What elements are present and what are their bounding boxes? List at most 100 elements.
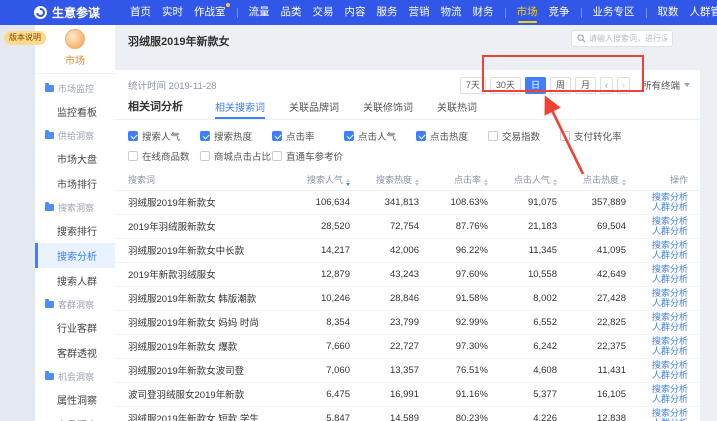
metric-checkbox-click-popularity[interactable]: 点击人气 (344, 129, 416, 143)
sort-carets-icon[interactable] (484, 179, 488, 186)
granularity-button-week[interactable]: 周 (550, 77, 571, 94)
subtab-related-search-words[interactable]: 相关搜索词 (215, 99, 265, 119)
sort-carets-icon[interactable] (622, 179, 626, 186)
sidebar-group-label: 市场监控 (58, 82, 94, 95)
sidebar-header: 市场 (35, 25, 115, 74)
action-link-search-analysis[interactable]: 搜索分析 (634, 312, 688, 323)
sidebar-group-market-monitor: 市场监控 (35, 77, 115, 99)
metric-checkbox-pay-conversion[interactable]: 支付转化率 (560, 129, 632, 143)
action-link-audience-analysis[interactable]: 人群分析 (634, 370, 688, 381)
column-header-click_popularity[interactable]: 点击人气 (492, 170, 561, 190)
nav-item-traffic[interactable]: 流量 (249, 0, 270, 25)
nav-item-compete[interactable]: 竞争 (549, 0, 570, 25)
nav-item-service[interactable]: 服务 (377, 0, 398, 25)
subtab-related-brand-words[interactable]: 关联品牌词 (289, 99, 339, 119)
nav-item-home[interactable]: 首页 (130, 0, 151, 25)
cell-click_heat: 16,105 (561, 382, 630, 406)
action-link-audience-analysis[interactable]: 人群分析 (634, 274, 688, 285)
nav-item-marketing[interactable]: 营销 (409, 0, 430, 25)
cell-search_popularity: 6,475 (285, 382, 354, 406)
nav-item-data-fetch[interactable]: 取数 (658, 0, 679, 25)
metric-checkbox-online-products[interactable]: 在线商品数 (128, 149, 200, 163)
range-button-7d[interactable]: 7天 (460, 77, 486, 94)
sort-carets-icon[interactable] (553, 179, 557, 186)
metric-checkbox-search-popularity[interactable]: 搜索人气 (128, 129, 200, 143)
sidebar-item-search-analysis[interactable]: 搜索分析 (35, 243, 115, 268)
sort-carets-icon[interactable] (346, 179, 350, 186)
column-header-search_heat[interactable]: 搜索热度 (354, 170, 423, 190)
nav-item-finance[interactable]: 财务 (473, 0, 494, 25)
table-row: 2019年羽绒服新款女28,52072,75487.76%21,18369,50… (115, 214, 700, 238)
sidebar-item-search-audience[interactable]: 搜索人群 (35, 268, 115, 293)
section-title: 相关词分析 (128, 98, 183, 119)
sidebar-item-attribute-insight[interactable]: 属性洞察 (35, 387, 115, 412)
nav-item-audience-manage[interactable]: 人群管理 (690, 0, 717, 25)
metric-checkbox-search-heat[interactable]: 搜索热度 (200, 129, 272, 143)
action-link-search-analysis[interactable]: 搜索分析 (634, 216, 688, 227)
sidebar-item-product-insight[interactable]: 产品洞察 (35, 412, 115, 421)
cell-ctr: 96.22% (423, 238, 492, 262)
sidebar-item-monitor-board[interactable]: 监控看板 (35, 99, 115, 124)
search-input[interactable] (589, 34, 667, 43)
nav-item-content[interactable]: 内容 (345, 0, 366, 25)
cell-click_heat: 11,431 (561, 358, 630, 382)
date-range-selector: 7天30天 日周月 ‹ › 所有终端 (460, 77, 690, 94)
nav-item-business-zone[interactable]: 业务专区 (593, 0, 635, 25)
table-row: 波司登羽绒服女2019年新款6,47516,99191.16%5,37716,1… (115, 382, 700, 406)
table-row: 羽绒服2019年新款女106,634341,813108.63%91,07535… (115, 190, 700, 214)
subtab-related-hot-words[interactable]: 关联热词 (437, 99, 477, 119)
metric-checkbox-ztc-ref-price[interactable]: 直通车参考价 (272, 149, 344, 163)
prev-period-button[interactable]: ‹ (600, 77, 613, 94)
metric-checkbox-click-heat[interactable]: 点击热度 (416, 129, 488, 143)
nav-item-logistics[interactable]: 物流 (441, 0, 462, 25)
action-link-search-analysis[interactable]: 搜索分析 (634, 192, 688, 203)
column-header-actions: 操作 (630, 170, 700, 190)
action-link-audience-analysis[interactable]: 人群分析 (634, 346, 688, 357)
granularity-button-month[interactable]: 月 (575, 77, 596, 94)
nav-divider (646, 8, 647, 18)
app-logo[interactable]: 生意参谋 (34, 4, 100, 21)
nav-item-category[interactable]: 品类 (281, 0, 302, 25)
action-link-search-analysis[interactable]: 搜索分析 (634, 408, 688, 419)
column-header-search_popularity[interactable]: 搜索人气 (285, 170, 354, 190)
toolbar: 统计时间 2019-11-28 7天30天 日周月 ‹ › 所有终端 (115, 70, 700, 96)
action-link-search-analysis[interactable]: 搜索分析 (634, 360, 688, 371)
action-link-audience-analysis[interactable]: 人群分析 (634, 322, 688, 333)
terminal-filter-dropdown[interactable]: 所有终端 (642, 78, 690, 92)
sidebar-item-search-ranking[interactable]: 搜索排行 (35, 218, 115, 243)
action-link-audience-analysis[interactable]: 人群分析 (634, 202, 688, 213)
action-link-audience-analysis[interactable]: 人群分析 (634, 226, 688, 237)
action-link-search-analysis[interactable]: 搜索分析 (634, 384, 688, 395)
sidebar-item-customer-perspective[interactable]: 客群透视 (35, 340, 115, 365)
action-link-search-analysis[interactable]: 搜索分析 (634, 240, 688, 251)
metric-checkbox-ctr[interactable]: 点击率 (272, 129, 344, 143)
range-button-30d[interactable]: 30天 (490, 77, 521, 94)
action-link-search-analysis[interactable]: 搜索分析 (634, 336, 688, 347)
metric-checkbox-trade-index[interactable]: 交易指数 (488, 129, 560, 143)
subtab-related-modifier-words[interactable]: 关联修饰词 (363, 99, 413, 119)
sidebar-item-market-ranking[interactable]: 市场排行 (35, 171, 115, 196)
action-link-audience-analysis[interactable]: 人群分析 (634, 250, 688, 261)
action-link-search-analysis[interactable]: 搜索分析 (634, 288, 688, 299)
column-header-ctr[interactable]: 点击率 (423, 170, 492, 190)
keyword-cell: 羽绒服2019年新款女 韩版潮款 (115, 286, 285, 310)
sort-carets-icon[interactable] (415, 179, 419, 186)
analysis-section-header: 相关词分析 相关搜索词 关联品牌词 关联修饰词 关联热词 (115, 96, 700, 120)
column-header-click_heat[interactable]: 点击热度 (561, 170, 630, 190)
keyword-search-box[interactable] (571, 30, 673, 47)
sidebar-item-market-overview[interactable]: 市场大盘 (35, 146, 115, 171)
nav-item-realtime[interactable]: 实时 (162, 0, 183, 25)
sidebar-item-industry-customers[interactable]: 行业客群 (35, 315, 115, 340)
version-notes-badge[interactable]: 版本说明 (4, 31, 46, 45)
action-link-audience-analysis[interactable]: 人群分析 (634, 394, 688, 405)
nav-item-trade[interactable]: 交易 (313, 0, 334, 25)
nav-item-market[interactable]: 市场 (517, 0, 538, 25)
column-header-label: 搜索词 (128, 175, 155, 185)
nav-item-war-room[interactable]: 作战室 (194, 0, 226, 25)
granularity-button-day[interactable]: 日 (525, 77, 546, 94)
action-link-audience-analysis[interactable]: 人群分析 (634, 298, 688, 309)
column-header-keyword: 搜索词 (115, 170, 285, 190)
next-period-button[interactable]: › (617, 77, 630, 94)
metric-checkbox-mall-click-ratio[interactable]: 商城点击占比 (200, 149, 272, 163)
action-link-search-analysis[interactable]: 搜索分析 (634, 264, 688, 275)
